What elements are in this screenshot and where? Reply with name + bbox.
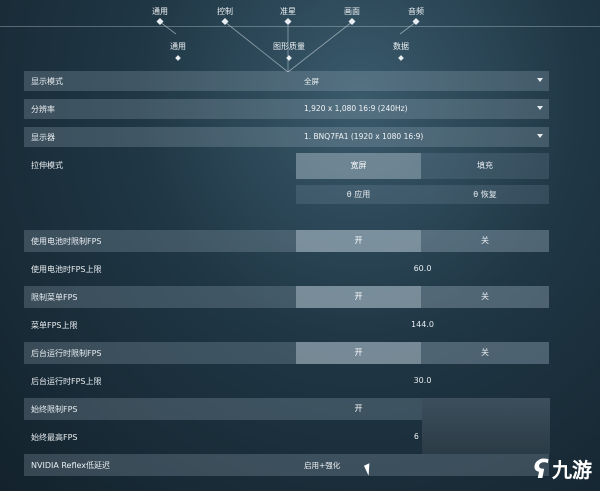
setting-nvidia-reflex[interactable]: NVIDIA Reflex低延迟 启用+强化 <box>24 454 549 476</box>
setting-menu-fps-limit: 限制菜单FPS 开 关 <box>24 286 549 308</box>
apply-label: 应用 <box>354 190 371 199</box>
restore-label: 恢复 <box>480 190 497 199</box>
apply-restore-bar: θ 应用 θ 恢复 <box>24 185 549 204</box>
subtab-stats[interactable]: 数据 <box>393 41 409 52</box>
fps-value[interactable]: 6 <box>414 432 419 441</box>
subtab-marker <box>286 55 292 61</box>
toggle-off[interactable]: 关 <box>421 342 549 364</box>
setting-label: 后台运行时FPS上限 <box>31 377 102 386</box>
setting-label: 始终限制FPS <box>31 405 78 414</box>
apply-button[interactable]: θ 应用 <box>296 185 421 204</box>
setting-battery-fps-cap[interactable]: 使用电池时FPS上限 60.0 <box>24 258 549 280</box>
toggle-on[interactable]: 开 <box>296 342 421 364</box>
option-widescreen[interactable]: 宽屏 <box>296 153 421 179</box>
chevron-down-icon[interactable] <box>537 78 543 82</box>
setting-background-fps-limit: 后台运行时限制FPS 开 关 <box>24 342 549 364</box>
setting-resolution[interactable]: 分辨率 1,920 x 1,080 16:9 (240Hz) <box>24 99 549 119</box>
setting-display-mode[interactable]: 显示模式 全屏 <box>24 71 549 91</box>
setting-label: 显示模式 <box>31 77 63 86</box>
setting-stretch-mode: 拉伸模式 宽屏 填充 <box>24 153 549 179</box>
sub-nav: 通用 图形质量 数据 <box>0 28 600 64</box>
setting-battery-fps-limit: 使用电池时限制FPS 开 关 <box>24 230 549 252</box>
setting-label: 限制菜单FPS <box>31 293 78 302</box>
restore-button[interactable]: θ 恢复 <box>421 185 549 204</box>
chevron-down-icon[interactable] <box>537 134 543 138</box>
option-fill[interactable]: 填充 <box>421 153 549 179</box>
tooltip-overlay <box>422 398 550 454</box>
setting-label: 分辨率 <box>31 105 55 114</box>
watermark-logo: ʕ 九游 <box>533 457 592 483</box>
ninegame-logo-icon: ʕ <box>533 455 548 485</box>
dropdown-value[interactable]: 全屏 <box>304 76 319 87</box>
setting-menu-fps-cap[interactable]: 菜单FPS上限 144.0 <box>24 314 549 336</box>
setting-background-fps-cap[interactable]: 后台运行时FPS上限 30.0 <box>24 370 549 392</box>
subtab-general[interactable]: 通用 <box>170 41 186 52</box>
toggle-on[interactable]: 开 <box>296 286 421 308</box>
setting-label: 始终最高FPS <box>31 433 78 442</box>
chevron-down-icon[interactable] <box>537 106 543 110</box>
setting-label: 菜单FPS上限 <box>31 321 78 330</box>
setting-label: 拉伸模式 <box>31 161 63 170</box>
setting-label: 后台运行时限制FPS <box>31 349 102 358</box>
watermark-text: 九游 <box>552 458 592 482</box>
toggle-on[interactable]: 开 <box>296 398 421 420</box>
dropdown-value[interactable]: 启用+强化 <box>304 460 340 471</box>
toggle-on[interactable]: 开 <box>296 230 421 252</box>
fps-value[interactable]: 144.0 <box>296 320 549 329</box>
subtab-marker <box>398 55 404 61</box>
fps-value[interactable]: 60.0 <box>296 264 549 273</box>
toggle-off[interactable]: 关 <box>421 286 549 308</box>
setting-monitor[interactable]: 显示器 1. BNQ7FA1 (1920 x 1080 16:9) <box>24 127 549 147</box>
setting-label: NVIDIA Reflex低延迟 <box>31 461 111 470</box>
setting-label: 使用电池时限制FPS <box>31 237 102 246</box>
subtab-marker <box>175 55 181 61</box>
subtab-graphics-quality[interactable]: 图形质量 <box>273 41 305 52</box>
setting-label: 显示器 <box>31 133 55 142</box>
dropdown-value[interactable]: 1. BNQ7FA1 (1920 x 1080 16:9) <box>304 132 423 141</box>
setting-label: 使用电池时FPS上限 <box>31 265 102 274</box>
fps-value[interactable]: 30.0 <box>296 376 549 385</box>
toggle-off[interactable]: 关 <box>421 230 549 252</box>
dropdown-value[interactable]: 1,920 x 1,080 16:9 (240Hz) <box>304 104 408 113</box>
